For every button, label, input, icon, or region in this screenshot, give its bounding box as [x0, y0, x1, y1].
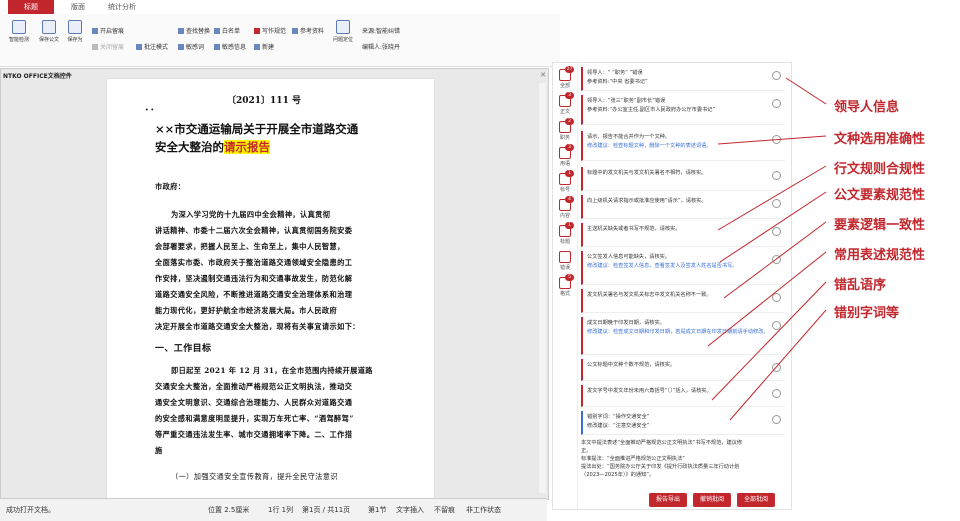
annotation-label: 公文要素规范性: [834, 188, 926, 203]
arrow-line: [723, 221, 827, 299]
annotation-label: 常用表述规范性: [834, 248, 926, 263]
annotation-arrows: [707, 77, 827, 421]
annotation-label: 要素逻辑一致性: [834, 218, 926, 233]
annotation-label: 错乱语序: [834, 278, 887, 293]
arrow-line: [719, 191, 827, 263]
annotation-label: 文种选用准确性: [834, 132, 926, 147]
annotation-label: 领导人信息: [834, 100, 900, 115]
arrow-line: [729, 309, 827, 421]
annotation-label: 错别字词等: [834, 306, 900, 321]
arrow-line: [717, 135, 827, 145]
annotation-label: 行文规则合规性: [834, 162, 926, 177]
arrow-line: [717, 165, 827, 231]
arrow-line: [711, 281, 827, 401]
arrow-line: [785, 77, 827, 105]
